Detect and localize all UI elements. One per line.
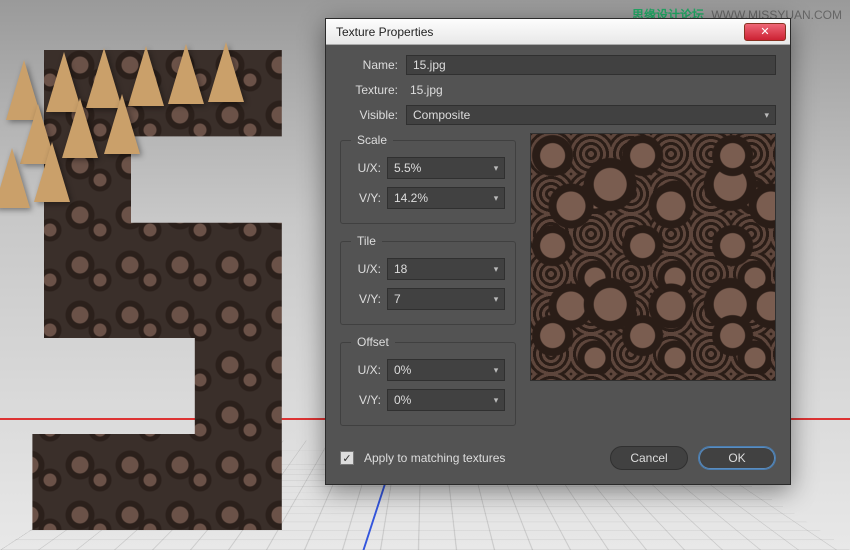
visible-select-value: Composite — [413, 108, 470, 122]
chevron-down-icon: ▾ — [494, 264, 499, 275]
name-input[interactable] — [406, 55, 776, 75]
apply-matching-label: Apply to matching textures — [364, 451, 600, 465]
scale-ux-input[interactable]: 5.5% ▾ — [387, 157, 505, 179]
scale-ux-label: U/X: — [351, 161, 381, 175]
offset-group: Offset U/X: 0% ▾ V/Y: 0% ▾ — [340, 335, 516, 426]
texture-properties-dialog: Texture Properties ✕ Name: Texture: 15.j… — [325, 18, 791, 485]
tile-vy-input[interactable]: 7 ▾ — [387, 288, 505, 310]
offset-vy-label: V/Y: — [351, 393, 381, 407]
texture-label: Texture: — [340, 83, 398, 97]
name-label: Name: — [340, 58, 398, 72]
offset-vy-input[interactable]: 0% ▾ — [387, 389, 505, 411]
cancel-button[interactable]: Cancel — [610, 446, 688, 470]
visible-select[interactable]: Composite ▾ — [406, 105, 776, 125]
chevron-down-icon: ▾ — [494, 395, 499, 406]
chevron-down-icon: ▾ — [494, 163, 499, 174]
apply-matching-checkbox[interactable]: ✓ — [340, 451, 354, 465]
dialog-title: Texture Properties — [336, 25, 744, 39]
tile-group: Tile U/X: 18 ▾ V/Y: 7 ▾ — [340, 234, 516, 325]
chevron-down-icon: ▾ — [494, 294, 499, 305]
chevron-down-icon: ▾ — [764, 110, 769, 121]
ok-button[interactable]: OK — [698, 446, 776, 470]
offset-ux-input[interactable]: 0% ▾ — [387, 359, 505, 381]
scale-vy-input[interactable]: 14.2% ▾ — [387, 187, 505, 209]
chevron-down-icon: ▾ — [494, 365, 499, 376]
offset-ux-label: U/X: — [351, 363, 381, 377]
close-icon: ✕ — [760, 25, 769, 38]
texture-preview — [530, 133, 776, 381]
chevron-down-icon: ▾ — [494, 193, 499, 204]
scale-vy-label: V/Y: — [351, 191, 381, 205]
dialog-titlebar[interactable]: Texture Properties ✕ — [326, 19, 790, 45]
scale-group: Scale U/X: 5.5% ▾ V/Y: 14.2% ▾ — [340, 133, 516, 224]
spikes-group — [0, 0, 300, 160]
tile-legend: Tile — [351, 234, 382, 248]
visible-label: Visible: — [340, 108, 398, 122]
texture-value: 15.jpg — [406, 83, 443, 97]
tile-ux-input[interactable]: 18 ▾ — [387, 258, 505, 280]
offset-legend: Offset — [351, 335, 395, 349]
close-button[interactable]: ✕ — [744, 23, 786, 41]
tile-vy-label: V/Y: — [351, 292, 381, 306]
tile-ux-label: U/X: — [351, 262, 381, 276]
scale-legend: Scale — [351, 133, 393, 147]
